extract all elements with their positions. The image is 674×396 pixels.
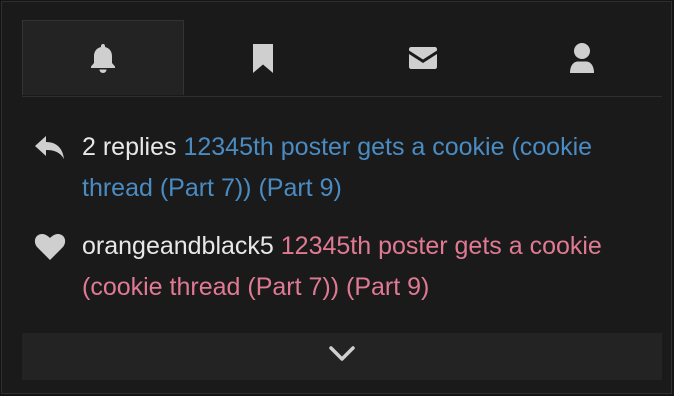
envelope-icon [407, 46, 439, 70]
notification-actor: 2 replies [82, 133, 177, 161]
notifications-panel: 2 replies 12345th poster gets a cookie (… [1, 1, 672, 394]
tab-bar [22, 20, 662, 97]
notification-item[interactable]: 2 replies 12345th poster gets a cookie (… [34, 128, 634, 209]
notification-text: orangeandblack5 12345th poster gets a co… [82, 226, 634, 308]
heart-icon [34, 227, 82, 267]
chevron-down-icon [328, 345, 356, 368]
user-icon [567, 42, 597, 74]
bookmark-icon [252, 42, 274, 74]
notification-list: 2 replies 12345th poster gets a cookie (… [34, 128, 634, 326]
tab-bookmarks[interactable] [184, 20, 344, 95]
tab-account[interactable] [503, 20, 663, 95]
tab-notifications[interactable] [22, 20, 184, 95]
notification-text: 2 replies 12345th poster gets a cookie (… [82, 127, 634, 209]
show-more-button[interactable] [22, 333, 662, 380]
notification-item[interactable]: orangeandblack5 12345th poster gets a co… [34, 227, 634, 308]
bell-icon [89, 42, 117, 74]
tab-messages[interactable] [343, 20, 503, 95]
reply-icon [34, 128, 82, 168]
notification-actor[interactable]: orangeandblack5 [82, 232, 274, 260]
